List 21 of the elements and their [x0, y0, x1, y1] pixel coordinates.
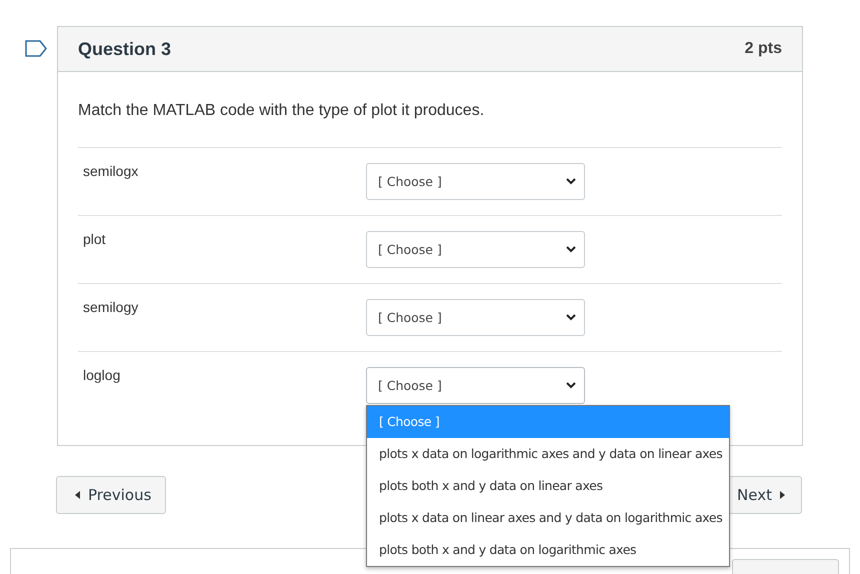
chevron-down-icon [566, 382, 576, 389]
dropdown-option[interactable]: plots x data on logarithmic axes and y data on linear axes [367, 438, 729, 470]
chevron-down-icon [566, 314, 576, 321]
answer-dropdown[interactable]: [ Choose ] [366, 299, 585, 336]
match-term: plot [82, 231, 107, 249]
previous-button[interactable]: Previous [56, 476, 166, 514]
match-term: semilogy [82, 299, 140, 317]
answer-dropdown[interactable]: [ Choose ] [366, 367, 585, 404]
answer-dropdown[interactable]: [ Choose ] [366, 231, 585, 268]
chevron-down-icon [566, 178, 576, 185]
caret-left-icon [75, 491, 80, 499]
dropdown-option[interactable]: plots both x and y data on logarithmic axes [367, 534, 729, 566]
match-term: semilogx [82, 163, 140, 181]
caret-right-icon [780, 491, 785, 499]
answer-dropdown[interactable]: [ Choose ] [366, 163, 585, 200]
match-term: loglog [82, 367, 122, 385]
question-prompt: Match the MATLAB code with the type of plot it produces. [78, 102, 486, 120]
flag-icon[interactable] [25, 40, 47, 57]
question-title: Question 3 [78, 38, 172, 60]
chevron-down-icon [566, 246, 576, 253]
points-label: 2 pts [744, 40, 782, 58]
